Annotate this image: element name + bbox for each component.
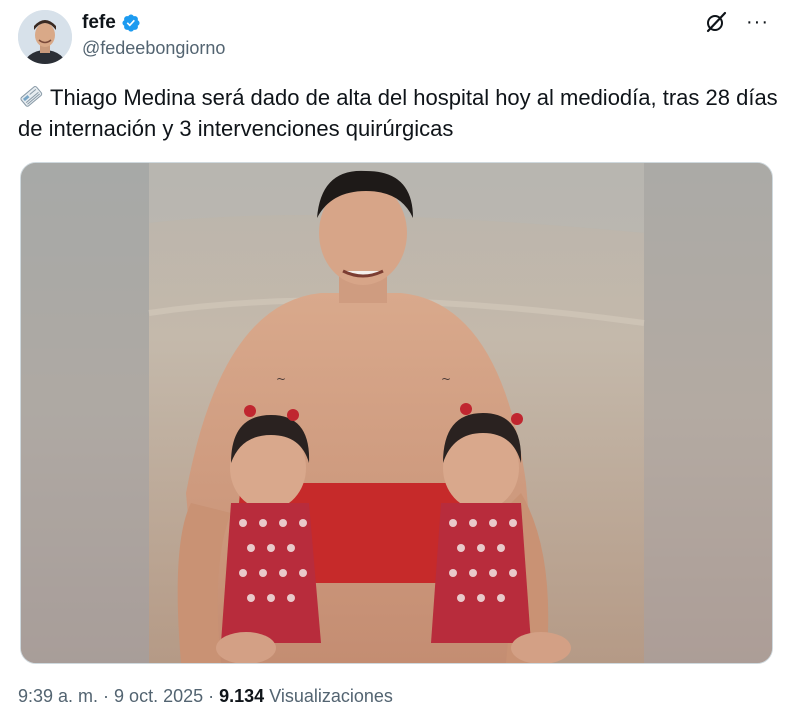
views-count: 9.134: [219, 686, 265, 706]
tweet-date[interactable]: 9 oct. 2025: [114, 686, 203, 706]
svg-text:~: ~: [441, 372, 451, 386]
verified-badge-icon: [122, 14, 140, 32]
tweet-body: Thiago Medina será dado de alta del hosp…: [18, 85, 778, 141]
tweet-photo[interactable]: ~ ~: [20, 162, 773, 664]
author-avatar[interactable]: [18, 10, 72, 64]
author-name-row[interactable]: fefe: [82, 12, 141, 34]
meta-separator: ·: [203, 686, 220, 706]
tweet-text: Thiago Medina será dado de alta del hosp…: [18, 82, 778, 144]
tweet-time[interactable]: 9:39 a. m.: [18, 686, 98, 706]
grok-icon[interactable]: [704, 10, 728, 34]
tweet: fefe @fedeebongiorno ··· Thiago Medina s…: [0, 0, 787, 720]
more-icon[interactable]: ···: [746, 10, 769, 34]
newspaper-emoji-icon: [20, 86, 43, 107]
tweet-meta: 9:39 a. m. · 9 oct. 2025 · 9.134 Visuali…: [18, 686, 393, 707]
meta-separator: ·: [98, 686, 115, 706]
svg-text:~: ~: [276, 372, 286, 386]
author-display-name[interactable]: fefe: [82, 12, 116, 34]
beach-photo-image: ~ ~: [21, 163, 772, 663]
author-handle[interactable]: @fedeebongiorno: [82, 38, 225, 59]
views-label: Visualizaciones: [269, 686, 393, 706]
tweet-actions-top: ···: [704, 10, 769, 34]
